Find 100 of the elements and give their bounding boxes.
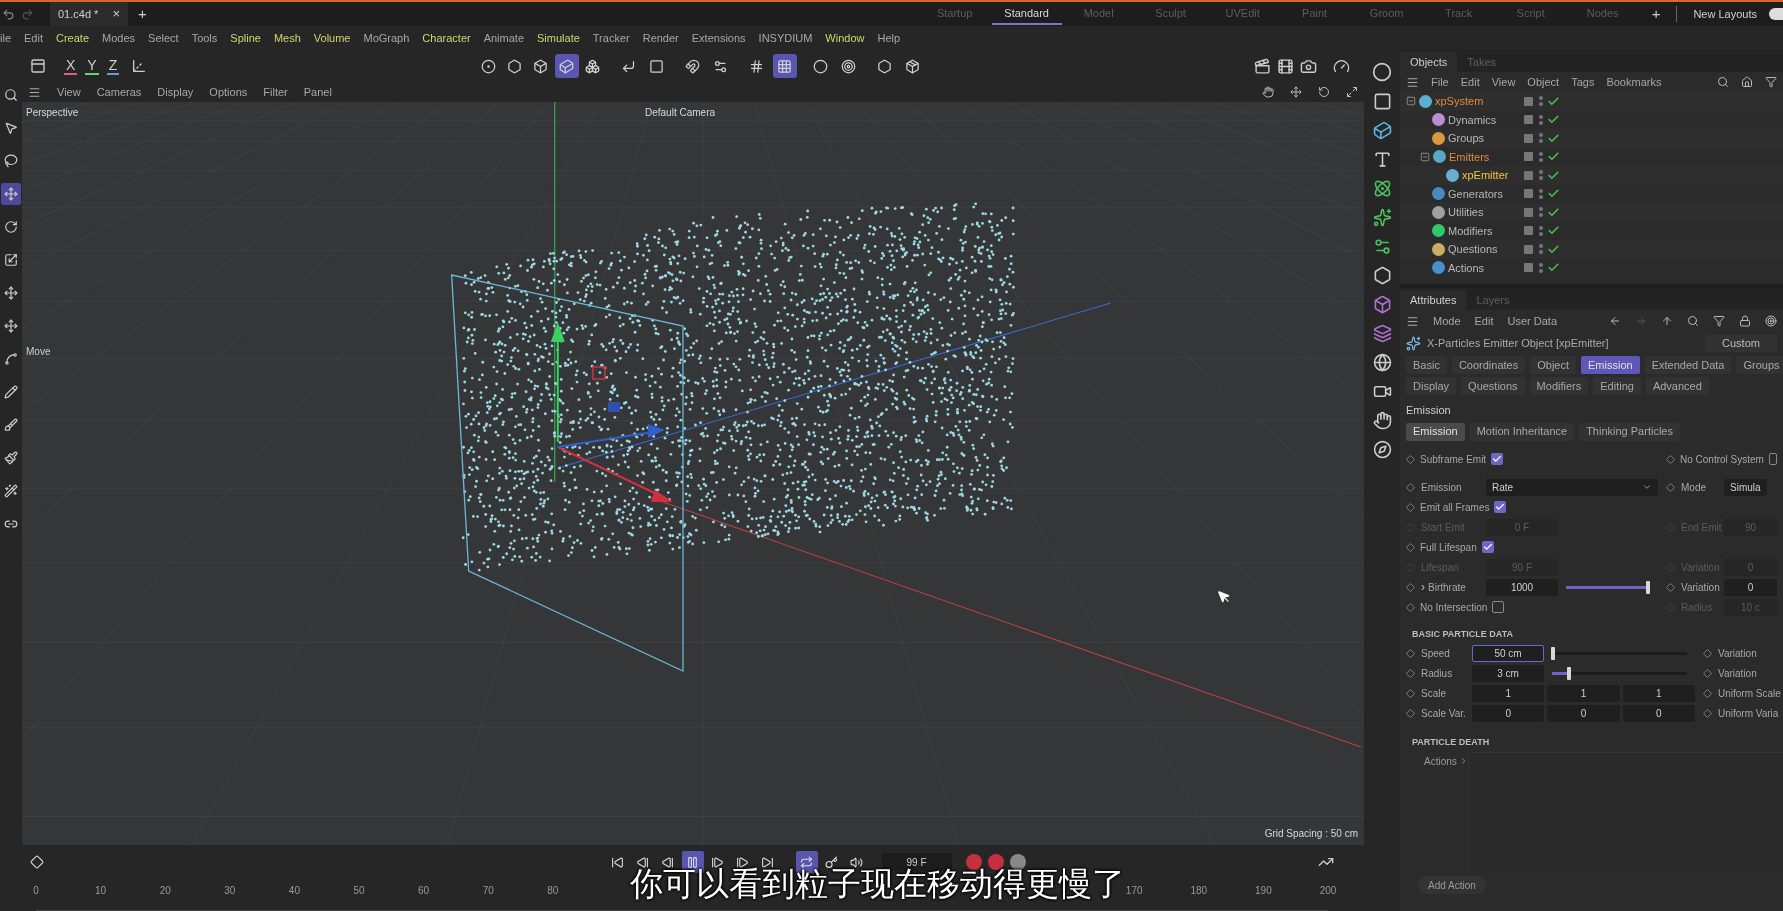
rotate-icon[interactable] xyxy=(1318,86,1330,98)
menu-item[interactable]: Mesh xyxy=(273,29,301,47)
axis-lock-button[interactable]: Z xyxy=(106,57,120,75)
layers-icon[interactable] xyxy=(1372,324,1392,343)
panel-menu-item[interactable]: File xyxy=(1431,73,1449,91)
dots-icon[interactable] xyxy=(1539,133,1543,144)
round-icon[interactable] xyxy=(1769,8,1783,20)
text-icon[interactable] xyxy=(1372,150,1392,169)
menu-item[interactable]: Volume xyxy=(313,29,351,47)
object-name[interactable]: Modifiers xyxy=(1448,222,1493,239)
menu-item[interactable]: Modes xyxy=(102,29,136,47)
enabled-check-icon[interactable] xyxy=(1547,94,1560,108)
up-icon[interactable] xyxy=(1661,315,1673,327)
sub-tab[interactable]: Emission xyxy=(1406,422,1465,441)
attribute-tab[interactable]: Extended Data xyxy=(1644,356,1732,374)
checkbox[interactable] xyxy=(1768,453,1777,465)
menu-item[interactable]: Simulate xyxy=(537,29,580,47)
sub-tab[interactable]: Thinking Particles xyxy=(1579,422,1680,441)
slider-thumb[interactable] xyxy=(1646,580,1650,594)
panel-tab[interactable]: Attributes xyxy=(1400,290,1467,310)
viewport-menu-item[interactable]: Display xyxy=(157,83,194,101)
menu-item[interactable]: Animate xyxy=(483,29,524,47)
number-field[interactable]: 1 xyxy=(1472,685,1545,702)
gauge-icon[interactable] xyxy=(1333,57,1350,75)
hexagon-icon[interactable] xyxy=(1372,266,1392,285)
tool-button[interactable] xyxy=(772,54,797,78)
menu-item[interactable]: Tools xyxy=(191,29,218,47)
collapse-toggle-icon[interactable] xyxy=(1406,96,1416,107)
hand-icon[interactable] xyxy=(1372,411,1392,430)
object-name[interactable]: Utilities xyxy=(1448,204,1484,221)
coordinate-system-icon[interactable] xyxy=(131,58,148,74)
dots-icon[interactable] xyxy=(1539,114,1543,125)
enabled-check-icon[interactable] xyxy=(1547,168,1560,182)
menu-item[interactable]: ile xyxy=(0,29,11,47)
menu-item[interactable]: Window xyxy=(825,29,865,47)
menu-icon[interactable] xyxy=(1406,75,1419,89)
undo-icon[interactable] xyxy=(2,7,15,21)
document-tab[interactable]: 01.c4d * × xyxy=(50,2,128,26)
number-field[interactable]: 0 xyxy=(1724,578,1777,596)
menu-item[interactable]: Tracker xyxy=(592,29,630,47)
attribute-tab[interactable]: Emission xyxy=(1581,356,1640,374)
number-field[interactable]: 0 xyxy=(1547,705,1620,722)
menu-icon[interactable] xyxy=(28,85,41,99)
slider[interactable] xyxy=(1552,647,1687,660)
enabled-check-icon[interactable] xyxy=(1547,131,1560,145)
slider[interactable] xyxy=(1566,580,1650,594)
attribute-tab[interactable]: Editing xyxy=(1593,377,1641,395)
object-name[interactable]: Questions xyxy=(1448,241,1498,258)
search-icon[interactable] xyxy=(1717,76,1729,88)
dots-icon[interactable] xyxy=(1539,151,1543,162)
compass-icon[interactable] xyxy=(1372,440,1392,459)
object-name[interactable]: Generators xyxy=(1448,185,1504,202)
filter-icon[interactable] xyxy=(1713,315,1725,327)
attribute-tab[interactable]: Questions xyxy=(1461,377,1525,395)
dots-icon[interactable] xyxy=(1539,262,1543,273)
panel-menu-item[interactable]: Object xyxy=(1527,73,1560,91)
box-icon[interactable] xyxy=(1372,295,1392,314)
panel-menu-item[interactable]: Edit xyxy=(1460,73,1480,91)
viewport-menu-item[interactable]: View xyxy=(57,83,81,101)
checkbox[interactable] xyxy=(1492,601,1505,613)
filter-icon[interactable] xyxy=(1765,76,1777,88)
axis-lock-button[interactable]: X xyxy=(64,57,78,75)
number-field[interactable]: 0 xyxy=(1472,705,1545,722)
record-icon[interactable] xyxy=(987,854,1004,870)
new-layouts-dropdown[interactable]: New Layouts xyxy=(1693,5,1757,23)
panel-menu-item[interactable]: Mode xyxy=(1433,312,1461,330)
dots-icon[interactable] xyxy=(1539,207,1543,218)
sphere-icon[interactable] xyxy=(1372,62,1392,82)
attribute-tab[interactable]: Object xyxy=(1530,356,1577,374)
tool-button[interactable] xyxy=(1,183,21,205)
move-icon[interactable] xyxy=(1290,86,1302,98)
axis-lock-button[interactable]: Y xyxy=(85,57,99,75)
menu-item[interactable]: Help xyxy=(877,29,901,47)
checkbox[interactable] xyxy=(1491,453,1504,465)
dropdown[interactable]: Rate xyxy=(1486,478,1658,496)
object-name[interactable]: Dynamics xyxy=(1448,111,1497,128)
object-name[interactable]: Emitters xyxy=(1449,148,1490,165)
actions-expander[interactable]: Actions xyxy=(1424,753,1468,769)
lock-icon[interactable] xyxy=(1739,315,1751,327)
number-field[interactable]: 1 xyxy=(1622,685,1695,702)
dots-icon[interactable] xyxy=(1539,96,1543,107)
tool-button[interactable] xyxy=(554,54,579,78)
sub-tab[interactable]: Motion Inheritance xyxy=(1469,422,1575,441)
panel-tab[interactable]: Objects xyxy=(1400,52,1458,72)
panel-menu-item[interactable]: View xyxy=(1491,73,1516,91)
dropdown[interactable]: Simula xyxy=(1724,478,1767,496)
add-layout-button[interactable]: + xyxy=(1651,2,1661,26)
panel-menu-item[interactable]: User Data xyxy=(1507,312,1558,330)
search-icon[interactable] xyxy=(1687,315,1699,327)
viewport-menu-item[interactable]: Options xyxy=(209,83,248,101)
preset-dropdown[interactable]: Custom xyxy=(1705,334,1777,352)
attribute-tab[interactable]: Modifiers xyxy=(1529,377,1589,395)
attribute-tab[interactable]: Coordinates xyxy=(1451,356,1526,374)
cube-icon[interactable] xyxy=(1372,121,1392,140)
maximize-icon[interactable] xyxy=(1346,86,1358,98)
panel-menu-item[interactable]: Edit xyxy=(1474,312,1494,330)
record-icon[interactable] xyxy=(965,854,982,870)
record-settings-icon[interactable] xyxy=(1009,854,1026,870)
checkbox[interactable] xyxy=(1481,541,1494,553)
sparkles-icon[interactable] xyxy=(1372,208,1392,227)
